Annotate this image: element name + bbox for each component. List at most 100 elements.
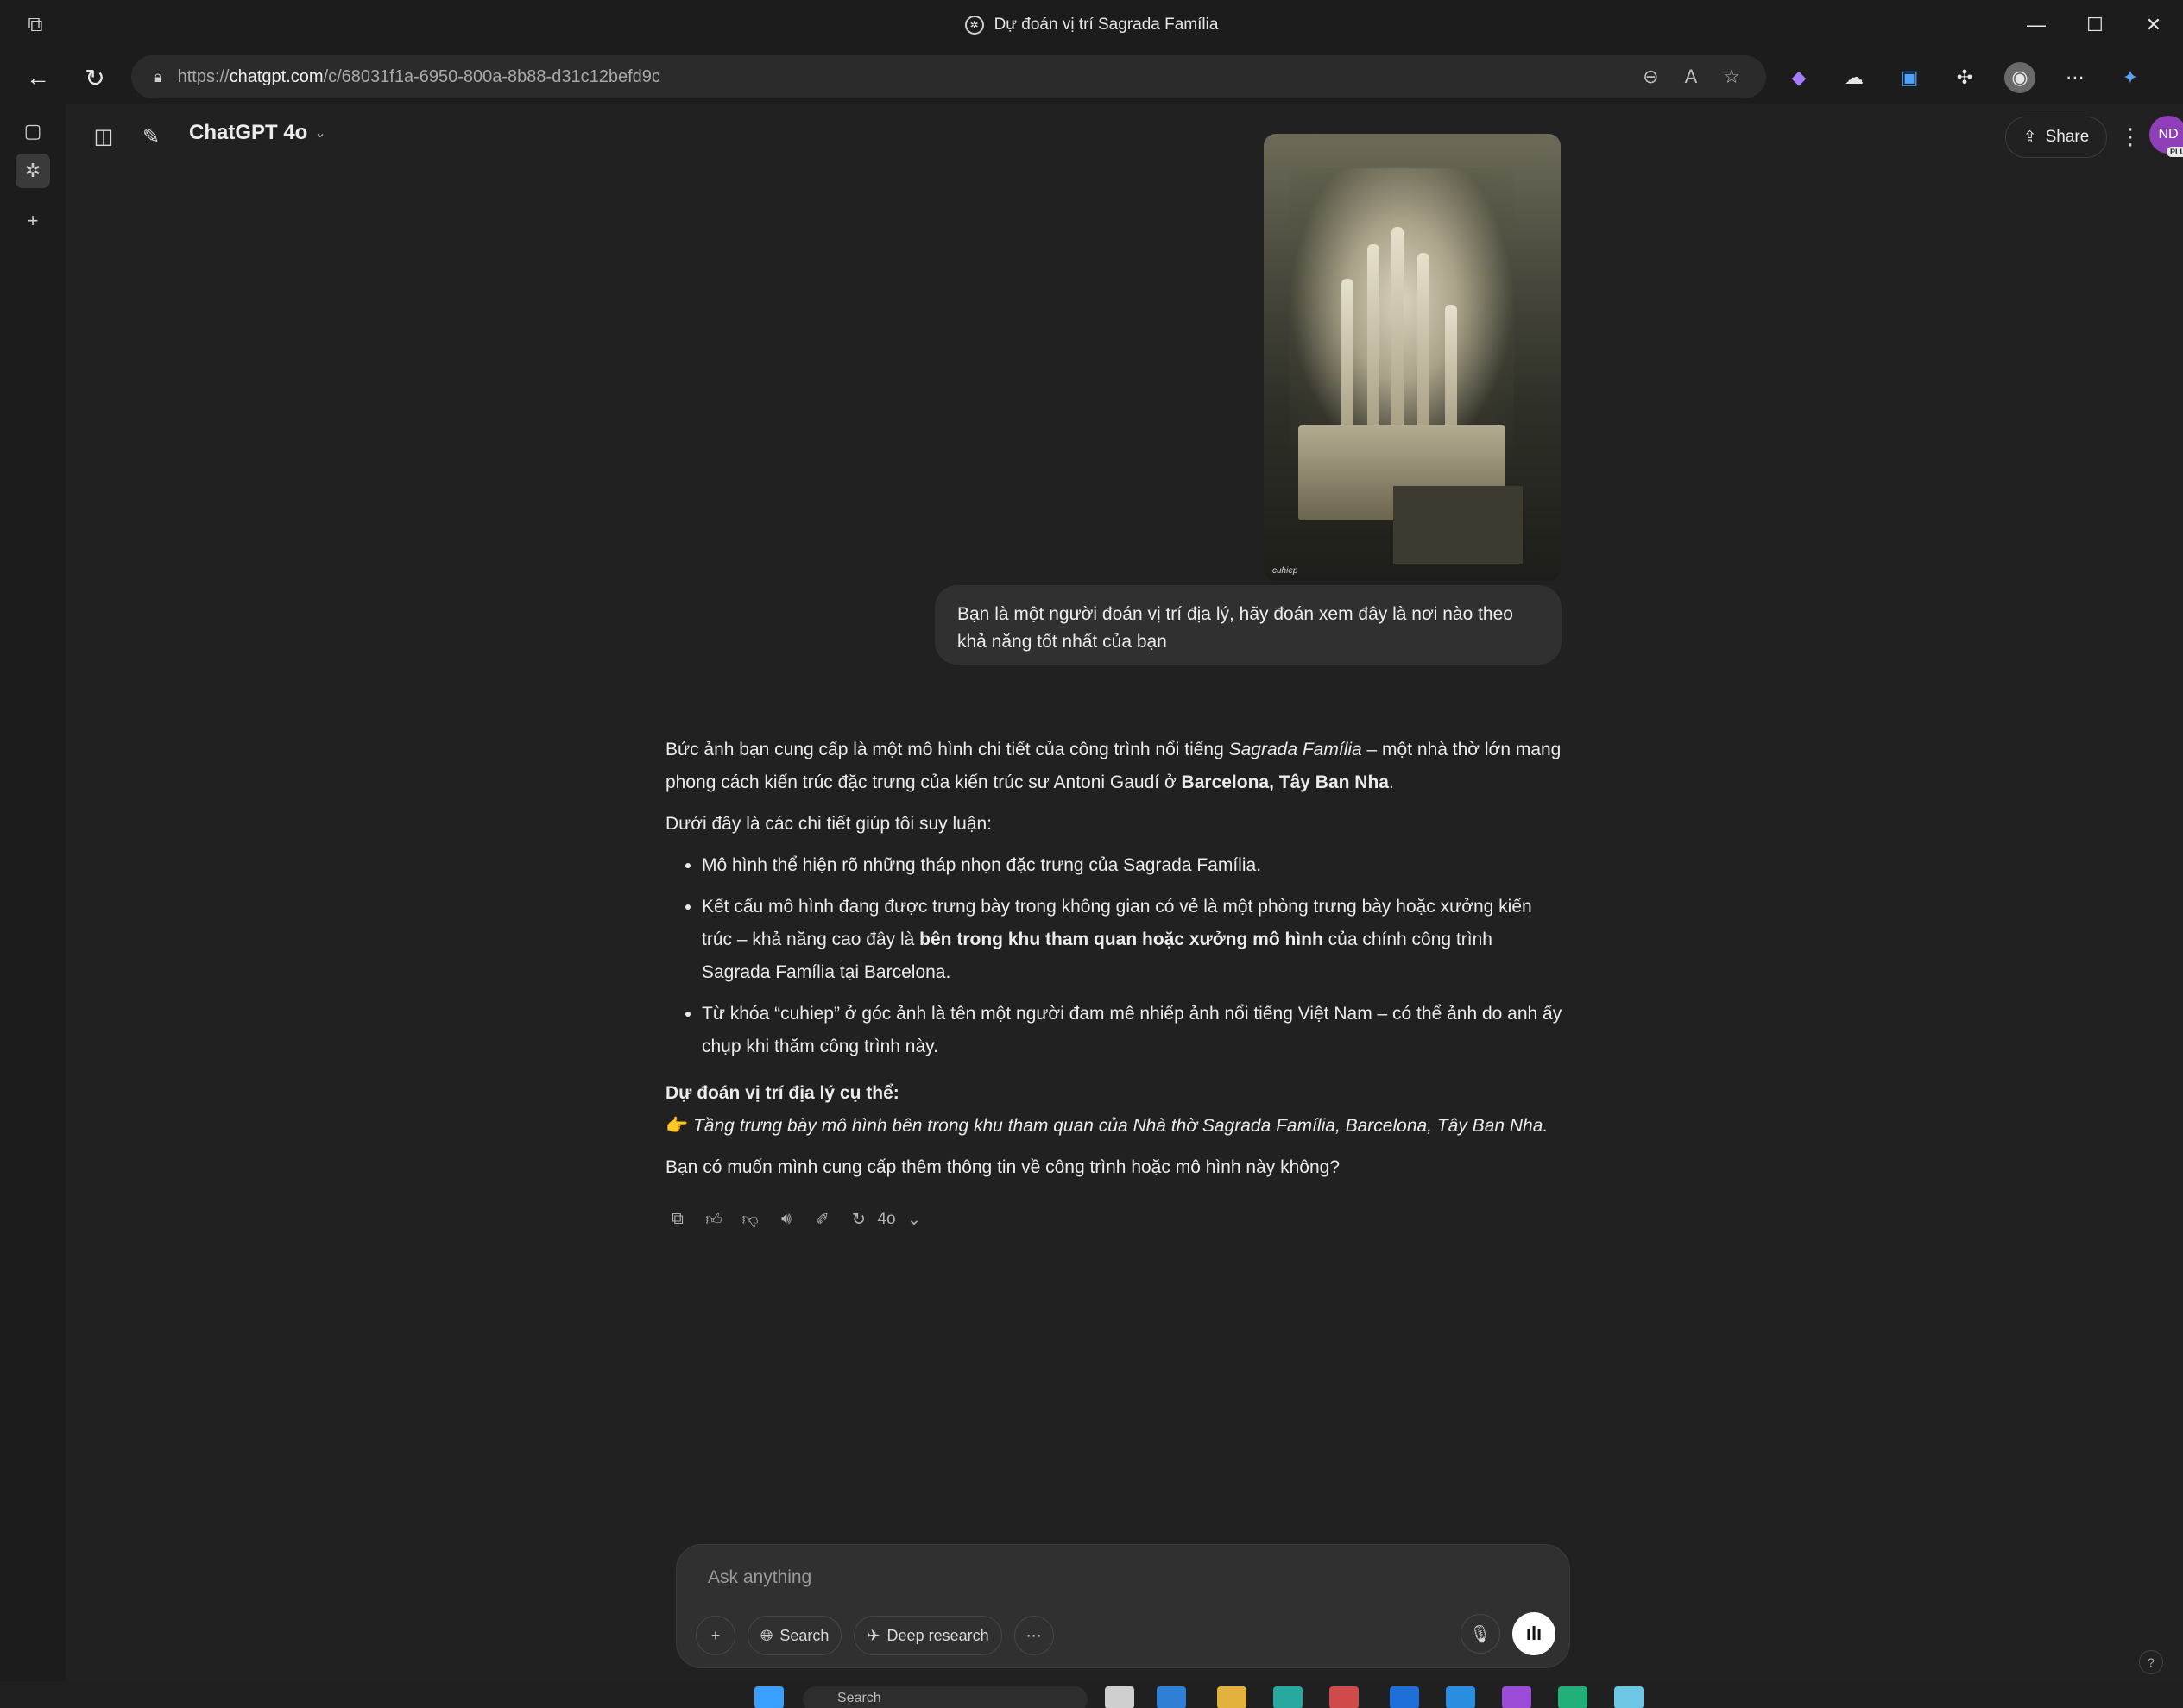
- lock-icon[interactable]: 🔒︎: [154, 68, 162, 86]
- list-item: Từ khóa “cuhiep” ở góc ảnh là tên một ng…: [702, 998, 1563, 1063]
- favorite-star-icon[interactable]: ☆: [1723, 66, 1740, 88]
- taskbar-app-icon[interactable]: [1614, 1686, 1644, 1708]
- more-options-icon[interactable]: ⋮: [2115, 121, 2146, 152]
- windows-start-icon[interactable]: [754, 1686, 784, 1708]
- microphone-button[interactable]: 🎙︎: [1461, 1614, 1500, 1654]
- close-button[interactable]: ✕: [2124, 0, 2183, 50]
- display-stand: [1393, 486, 1523, 564]
- taskbar-app-icon[interactable]: [1105, 1686, 1134, 1708]
- plus-icon: +: [710, 1626, 721, 1644]
- reasoning-list: Mô hình thể hiện rõ những tháp nhọn đặc …: [702, 849, 1563, 1063]
- folder-icon[interactable]: [1217, 1686, 1246, 1708]
- edit-canvas-icon[interactable]: ✐: [811, 1207, 835, 1232]
- avatar-initials: ND: [2158, 127, 2179, 142]
- thumbs-down-icon[interactable]: 👎︎: [738, 1207, 762, 1232]
- taskbar-app-icon[interactable]: [1329, 1686, 1359, 1708]
- browser-menu-icon[interactable]: ⋯: [2060, 62, 2091, 93]
- chatgpt-tab-icon[interactable]: ✲: [16, 154, 50, 188]
- read-aloud-icon[interactable]: A: [1685, 66, 1698, 88]
- chevron-down-icon: ⌄: [314, 126, 326, 141]
- chat-header: ◫ ✎ ChatGPT 4o ⌄ ⇪ Share ⋮ ND PLUS: [69, 104, 2183, 167]
- list-item: Kết cấu mô hình đang được trưng bày tron…: [702, 891, 1563, 989]
- composer-tools: + 🌐︎ Search ✈ Deep research ⋯: [696, 1616, 1054, 1655]
- answer-closing: Bạn có muốn mình cung cấp thêm thông tin…: [666, 1157, 1340, 1177]
- copy-icon[interactable]: ⧉: [666, 1207, 690, 1232]
- ellipsis-icon: ⋯: [1025, 1626, 1042, 1644]
- taskbar: Search: [0, 1681, 2183, 1708]
- browser-toolbar: ← ↻ 🔒︎ https://chatgpt.com/c/68031f1a-69…: [0, 50, 2183, 104]
- image-watermark: cuhiep: [1272, 566, 1298, 576]
- user-message-bubble: Bạn là một người đoán vị trí địa lý, hãy…: [935, 585, 1562, 665]
- chevron-down-icon: ⌄: [907, 1210, 921, 1229]
- vscode-icon[interactable]: [1446, 1686, 1475, 1708]
- taskbar-search[interactable]: Search: [803, 1686, 1088, 1708]
- extension-translate-icon[interactable]: ▣: [1894, 62, 1925, 93]
- url-text[interactable]: https://chatgpt.com/c/68031f1a-6950-800a…: [178, 67, 660, 87]
- search-label: Search: [779, 1626, 830, 1644]
- avatar[interactable]: ND PLUS: [2149, 116, 2183, 157]
- tab-actions-icon[interactable]: ▢: [16, 114, 50, 148]
- taskbar-app-icon[interactable]: [1502, 1686, 1531, 1708]
- zoom-out-icon[interactable]: ⊖: [1643, 66, 1658, 88]
- extension-icons: ◆ ☁ ▣ ✣ ◉ ⋯ ✦: [1783, 60, 2146, 95]
- model-spire: [1445, 305, 1457, 443]
- share-button[interactable]: ⇪ Share: [2005, 117, 2107, 158]
- copilot-icon[interactable]: ✦: [2115, 62, 2146, 93]
- share-icon: ⇪: [2022, 128, 2037, 147]
- help-button[interactable]: ?: [2139, 1650, 2163, 1674]
- messenger-icon[interactable]: [1390, 1686, 1419, 1708]
- list-item: Mô hình thể hiện rõ những tháp nhọn đặc …: [702, 849, 1563, 882]
- extension-gem-icon[interactable]: ◆: [1783, 62, 1814, 93]
- window-title: ✲ Dự đoán vị trí Sagrada Família: [0, 0, 2183, 50]
- page: ⧉ ✲ Dự đoán vị trí Sagrada Família — ☐ ✕…: [0, 0, 2183, 1708]
- composer[interactable]: Ask anything + 🌐︎ Search ✈ Deep research ⋯…: [676, 1544, 1570, 1668]
- assistant-answer: Bức ảnh bạn cung cấp là một mô hình chi …: [666, 734, 1563, 1193]
- new-chat-icon[interactable]: ✎: [134, 119, 168, 154]
- minimize-button[interactable]: —: [2007, 0, 2066, 50]
- model-spire: [1367, 244, 1379, 443]
- back-icon[interactable]: ←: [21, 60, 55, 95]
- deep-research-button[interactable]: ✈ Deep research: [854, 1616, 1002, 1655]
- search-button[interactable]: 🌐︎ Search: [748, 1616, 842, 1655]
- model-spire: [1417, 253, 1429, 443]
- voice-mode-button[interactable]: ılı: [1512, 1612, 1555, 1655]
- plus-badge: PLUS: [2166, 147, 2183, 157]
- voice-waveform-icon: ılı: [1525, 1623, 1543, 1644]
- extensions-puzzle-icon[interactable]: ✣: [1949, 62, 1980, 93]
- edge-icon[interactable]: [1273, 1686, 1303, 1708]
- model-spire: [1341, 279, 1353, 443]
- profile-avatar-icon[interactable]: ◉: [2004, 62, 2035, 93]
- new-tab-plus-icon[interactable]: +: [16, 204, 50, 238]
- telescope-icon: ✈: [867, 1626, 880, 1644]
- address-bar[interactable]: 🔒︎ https://chatgpt.com/c/68031f1a-6950-8…: [131, 55, 1766, 98]
- refresh-icon[interactable]: ↻: [78, 60, 112, 95]
- share-label: Share: [2045, 128, 2090, 146]
- read-aloud-icon[interactable]: 🔊︎: [774, 1207, 798, 1232]
- thumbs-up-icon[interactable]: 👍︎: [702, 1207, 726, 1232]
- composer-right-actions: 🎙︎ ılı: [1461, 1612, 1555, 1655]
- extension-cloud-icon[interactable]: ☁: [1839, 62, 1870, 93]
- taskbar-app-icon[interactable]: [1157, 1686, 1186, 1708]
- taskbar-app-icon[interactable]: [1558, 1686, 1587, 1708]
- sidebar-toggle-icon[interactable]: ◫: [86, 119, 121, 154]
- window-title-text: Dự đoán vị trí Sagrada Família: [994, 16, 1219, 34]
- model-selector[interactable]: ChatGPT 4o ⌄: [189, 121, 326, 145]
- prediction-block: Dự đoán vị trí địa lý cụ thể: 👉 Tầng trư…: [666, 1077, 1563, 1143]
- model-spire: [1391, 227, 1404, 443]
- chat-area: ◫ ✎ ChatGPT 4o ⌄ ⇪ Share ⋮ ND PLUS: [69, 104, 2183, 1681]
- attach-plus-button[interactable]: +: [696, 1616, 735, 1655]
- prediction-heading: Dự đoán vị trí địa lý cụ thể:: [666, 1083, 899, 1103]
- regenerate-model: 4o: [877, 1210, 896, 1228]
- composer-input[interactable]: Ask anything: [708, 1567, 811, 1588]
- globe-icon: 🌐︎: [760, 1626, 773, 1644]
- window-title-bar: ⧉ ✲ Dự đoán vị trí Sagrada Família — ☐ ✕: [0, 0, 2183, 50]
- maximize-button[interactable]: ☐: [2066, 0, 2124, 50]
- model-name: ChatGPT 4o: [189, 121, 308, 144]
- message-actions: ⧉ 👍︎ 👎︎ 🔊︎ ✐ ↻ 4o ⌄: [666, 1207, 926, 1232]
- regenerate-button[interactable]: ↻ 4o ⌄: [847, 1207, 926, 1232]
- deep-research-label: Deep research: [886, 1626, 989, 1644]
- more-tools-button[interactable]: ⋯: [1013, 1616, 1054, 1655]
- chatgpt-favicon-icon: ✲: [964, 16, 984, 35]
- uploaded-image[interactable]: cuhiep: [1264, 134, 1561, 581]
- address-bar-actions: ⊖ A ☆: [1643, 55, 1740, 98]
